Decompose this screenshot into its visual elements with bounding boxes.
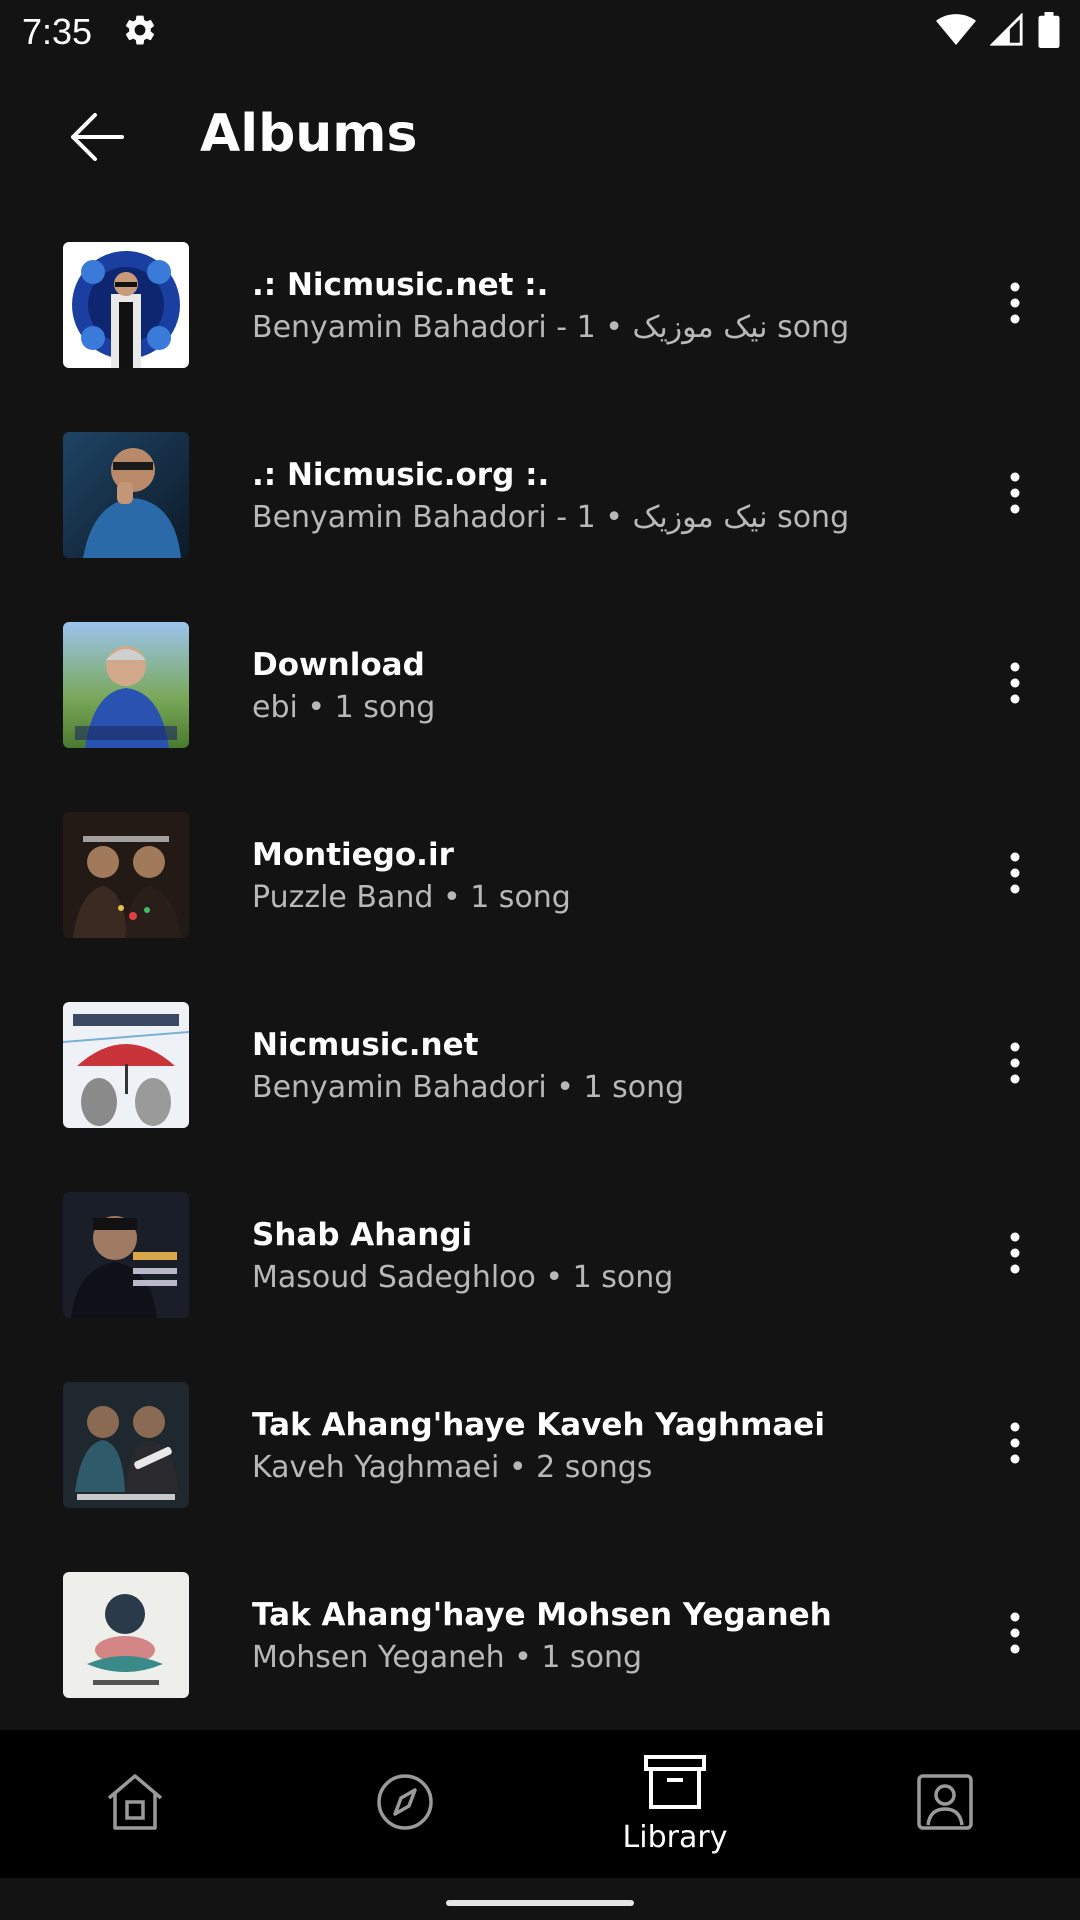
more-options-button[interactable] bbox=[980, 652, 1050, 718]
nav-item-explore[interactable] bbox=[270, 1730, 540, 1878]
album-art bbox=[63, 432, 189, 558]
album-art bbox=[63, 1382, 189, 1508]
more-vert-icon bbox=[1010, 852, 1020, 898]
more-options-button[interactable] bbox=[980, 1412, 1050, 1478]
album-text: .: Nicmusic.org :. Benyamin Bahadori - 1… bbox=[252, 454, 930, 540]
nav-item-library[interactable]: Library bbox=[540, 1730, 810, 1878]
album-subtitle: ebi • 1 song bbox=[252, 690, 436, 725]
album-row[interactable]: Montiego.ir Puzzle Band • 1 song bbox=[0, 780, 1080, 970]
album-text: .: Nicmusic.net :. Benyamin Bahadori - 1… bbox=[252, 264, 930, 350]
app-bar: Albums bbox=[0, 64, 1080, 210]
back-button[interactable] bbox=[56, 104, 136, 174]
album-list: .: Nicmusic.net :. Benyamin Bahadori - 1… bbox=[0, 210, 1080, 1730]
more-options-button[interactable] bbox=[980, 1602, 1050, 1668]
album-row[interactable]: .: Nicmusic.net :. Benyamin Bahadori - 1… bbox=[0, 210, 1080, 400]
album-art bbox=[63, 242, 189, 368]
album-art bbox=[63, 1002, 189, 1128]
more-vert-icon bbox=[1010, 1612, 1020, 1658]
album-row[interactable]: Download ebi • 1 song bbox=[0, 590, 1080, 780]
album-text: Shab Ahangi Masoud Sadeghloo • 1 song bbox=[252, 1214, 930, 1300]
album-art bbox=[63, 1572, 189, 1698]
account-icon bbox=[916, 1773, 974, 1835]
album-title: Montiego.ir bbox=[252, 837, 454, 873]
page-title: Albums bbox=[200, 104, 418, 164]
album-subtitle: Mohsen Yeganeh • 1 song bbox=[252, 1640, 643, 1675]
album-text: Tak Ahang'haye Mohsen Yeganeh Mohsen Yeg… bbox=[252, 1594, 930, 1680]
album-art bbox=[63, 622, 189, 748]
library-icon bbox=[643, 1754, 707, 1814]
album-title: .: Nicmusic.org :. bbox=[252, 457, 550, 493]
wifi-icon bbox=[936, 13, 976, 51]
album-subtitle: Benyamin Bahadori • 1 song bbox=[252, 1070, 685, 1105]
album-title: Tak Ahang'haye Mohsen Yeganeh bbox=[252, 1597, 832, 1633]
more-options-button[interactable] bbox=[980, 1032, 1050, 1098]
more-options-button[interactable] bbox=[980, 272, 1050, 338]
status-time: 7:35 bbox=[22, 11, 93, 52]
status-bar: 7:35 bbox=[0, 0, 1080, 64]
album-title: Shab Ahangi bbox=[252, 1217, 473, 1253]
album-subtitle: Benyamin Bahadori - 1 • نیک موزیک song bbox=[252, 310, 850, 345]
more-vert-icon bbox=[1010, 472, 1020, 518]
more-vert-icon bbox=[1010, 282, 1020, 328]
album-subtitle: Benyamin Bahadori - 1 • نیک موزیک song bbox=[252, 500, 850, 535]
album-text: Nicmusic.net Benyamin Bahadori • 1 song bbox=[252, 1024, 930, 1110]
nav-item-home[interactable] bbox=[0, 1730, 270, 1878]
album-subtitle: Masoud Sadeghloo • 1 song bbox=[252, 1260, 674, 1295]
more-vert-icon bbox=[1010, 1232, 1020, 1278]
album-row[interactable]: .: Nicmusic.org :. Benyamin Bahadori - 1… bbox=[0, 400, 1080, 590]
signal-icon bbox=[989, 12, 1024, 51]
more-options-button[interactable] bbox=[980, 462, 1050, 528]
more-vert-icon bbox=[1010, 662, 1020, 708]
album-row[interactable]: Nicmusic.net Benyamin Bahadori • 1 song bbox=[0, 970, 1080, 1160]
album-text: Download ebi • 1 song bbox=[252, 644, 930, 730]
gesture-handle[interactable] bbox=[446, 1900, 634, 1906]
settings-icon bbox=[122, 12, 158, 52]
album-row[interactable]: Tak Ahang'haye Kaveh Yaghmaei Kaveh Yagh… bbox=[0, 1350, 1080, 1540]
more-options-button[interactable] bbox=[980, 842, 1050, 908]
compass-icon bbox=[375, 1772, 435, 1836]
album-subtitle: Puzzle Band • 1 song bbox=[252, 880, 571, 915]
bottom-nav: Library bbox=[0, 1730, 1080, 1878]
album-subtitle: Kaveh Yaghmaei • 2 songs bbox=[252, 1450, 653, 1485]
album-text: Tak Ahang'haye Kaveh Yaghmaei Kaveh Yagh… bbox=[252, 1404, 930, 1490]
home-icon bbox=[103, 1772, 167, 1836]
more-vert-icon bbox=[1010, 1042, 1020, 1088]
album-art bbox=[63, 812, 189, 938]
gesture-area bbox=[0, 1878, 1080, 1920]
album-text: Montiego.ir Puzzle Band • 1 song bbox=[252, 834, 930, 920]
nav-item-account[interactable] bbox=[810, 1730, 1080, 1878]
nav-label-library: Library bbox=[622, 1819, 728, 1855]
album-title: Tak Ahang'haye Kaveh Yaghmaei bbox=[252, 1407, 825, 1443]
album-art bbox=[63, 1192, 189, 1318]
status-left: 7:35 bbox=[22, 11, 158, 53]
album-title: Nicmusic.net bbox=[252, 1027, 479, 1063]
more-vert-icon bbox=[1010, 1422, 1020, 1468]
more-options-button[interactable] bbox=[980, 1222, 1050, 1288]
album-row[interactable]: Tak Ahang'haye Mohsen Yeganeh Mohsen Yeg… bbox=[0, 1540, 1080, 1730]
status-right bbox=[936, 12, 1060, 52]
album-row[interactable]: Shab Ahangi Masoud Sadeghloo • 1 song bbox=[0, 1160, 1080, 1350]
album-title: .: Nicmusic.net :. bbox=[252, 267, 549, 303]
battery-icon bbox=[1038, 12, 1060, 52]
arrow-back-icon bbox=[68, 111, 124, 167]
album-title: Download bbox=[252, 647, 425, 683]
